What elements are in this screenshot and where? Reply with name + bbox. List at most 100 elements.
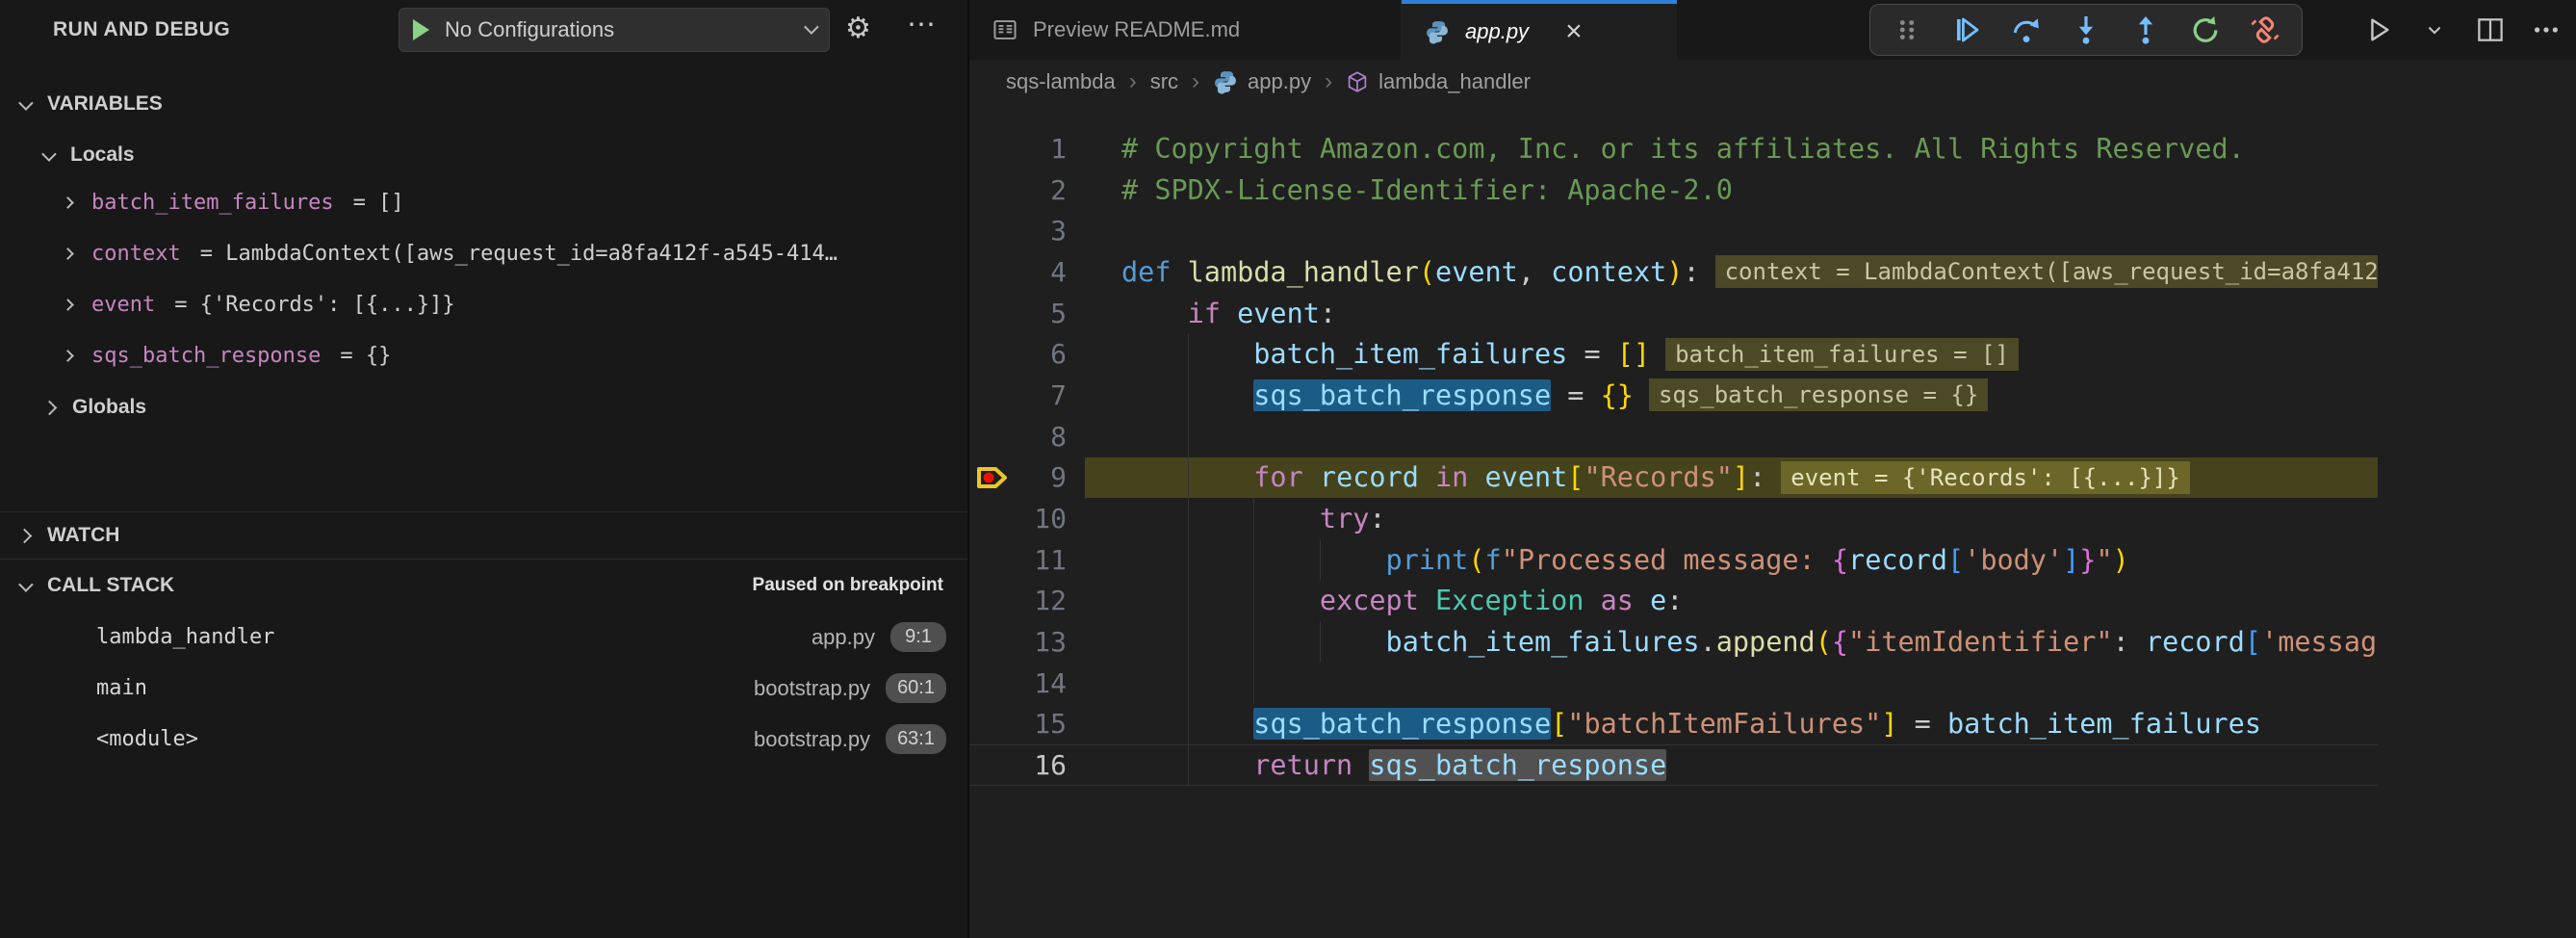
disconnect-button[interactable] — [2242, 9, 2288, 51]
variable-row[interactable]: context= LambdaContext([aws_request_id=a… — [0, 228, 967, 279]
breakpoint-current-line-indicator[interactable] — [975, 462, 1010, 493]
variable-row[interactable]: batch_item_failures= [] — [0, 177, 967, 228]
globals-scope[interactable]: Globals — [0, 384, 967, 430]
paused-status-text: Paused on breakpoint — [753, 575, 943, 596]
code-line[interactable]: 9for record in event["Records"]:event = … — [969, 457, 2378, 499]
code-line[interactable]: 2# SPDX-License-Identifier: Apache-2.0 — [969, 169, 2378, 211]
code-token: if — [1188, 298, 1237, 329]
more-actions-button[interactable] — [2530, 11, 2563, 49]
breadcrumb-item-src[interactable]: src — [1150, 69, 1178, 94]
code-token: ) — [2113, 544, 2129, 576]
tab-preview-readme-md[interactable]: Preview README.md — [969, 0, 1402, 60]
start-debug-icon[interactable] — [413, 19, 429, 40]
line-number[interactable]: 11 — [969, 544, 1067, 576]
code-line[interactable]: 11print(f"Processed message: {record['bo… — [969, 539, 2378, 581]
restart-button[interactable] — [2182, 9, 2228, 51]
more-actions-icon[interactable]: ⋯ — [907, 8, 938, 41]
chevron-down-icon — [18, 577, 34, 592]
variable-name: sqs_batch_response — [91, 344, 321, 368]
line-number[interactable]: 14 — [969, 667, 1067, 699]
variable-row[interactable]: sqs_batch_response = {} — [0, 330, 967, 381]
watch-section-header[interactable]: WATCH — [0, 511, 967, 560]
line-number[interactable]: 5 — [969, 298, 1067, 329]
code-token: ] — [1881, 708, 1897, 740]
globals-label: Globals — [72, 396, 146, 419]
call-stack-frame[interactable]: lambda_handlerapp.py9:1 — [0, 612, 967, 663]
step-out-button[interactable] — [2123, 9, 2169, 51]
code-token: event — [1237, 298, 1320, 329]
code-token: [] — [1617, 338, 1650, 370]
code-line-content: return sqs_batch_response — [1067, 749, 1666, 781]
line-number[interactable]: 2 — [969, 174, 1067, 206]
code-line[interactable]: 7sqs_batch_response = {}sqs_batch_respon… — [969, 375, 2378, 416]
chevron-right-icon — [62, 350, 74, 362]
tab-label: app.py — [1465, 19, 1529, 44]
line-number[interactable]: 10 — [969, 503, 1067, 534]
inline-debug-value: batch_item_failures = [] — [1665, 338, 2019, 371]
code-line[interactable]: 13batch_item_failures.append({"itemIdent… — [969, 621, 2378, 663]
code-line-content: # Copyright Amazon.com, Inc. or its affi… — [1067, 133, 2245, 165]
line-number[interactable]: 4 — [969, 256, 1067, 288]
code-token: = — [1897, 708, 1946, 740]
run-options-button[interactable] — [2418, 11, 2451, 49]
code-line[interactable]: 6 batch_item_failures = [] batch_item_fail… — [969, 333, 2378, 375]
run-python-file-button[interactable] — [2362, 11, 2395, 49]
code-line[interactable]: 14 — [969, 663, 2378, 704]
watch-header-label: WATCH — [47, 524, 119, 547]
code-line-content: if event: — [1067, 298, 1336, 329]
line-number[interactable]: 12 — [969, 585, 1067, 616]
breadcrumb-item-app-py[interactable]: app.py — [1213, 69, 1311, 94]
line-number[interactable]: 7 — [969, 379, 1067, 411]
code-token: sqs_batch_response — [1253, 708, 1551, 740]
code-line[interactable]: 5if event: — [969, 293, 2378, 334]
code-line[interactable]: 4def lambda_handler(event, context):cont… — [969, 251, 2378, 293]
line-number[interactable]: 16 — [969, 749, 1067, 781]
gear-icon[interactable]: ⚙ — [845, 13, 871, 45]
step-into-button[interactable] — [2063, 9, 2109, 51]
code-line[interactable]: 12except Exception as e: — [969, 581, 2378, 622]
code-line-content: try: — [1067, 503, 1386, 534]
code-editor[interactable]: 1# Copyright Amazon.com, Inc. or its aff… — [969, 128, 2378, 786]
code-token: batch_item_failures — [1253, 338, 1567, 370]
code-line[interactable]: 10try: — [969, 498, 2378, 539]
code-token: [ — [2245, 626, 2261, 658]
code-token: def — [1121, 256, 1188, 288]
line-number[interactable]: 8 — [969, 421, 1067, 453]
indent-guide — [1253, 621, 1254, 663]
code-line[interactable]: 8 — [969, 416, 2378, 457]
code-line[interactable]: 1# Copyright Amazon.com, Inc. or its aff… — [969, 128, 2378, 169]
continue-button[interactable] — [1944, 9, 1990, 51]
call-stack-frame[interactable]: <module>bootstrap.py63:1 — [0, 714, 967, 765]
tab-app-py[interactable]: app.py × — [1402, 0, 1677, 60]
variable-value: = {} — [340, 344, 391, 368]
code-line[interactable]: 16return sqs_batch_response — [969, 744, 2378, 786]
locals-scope[interactable]: Locals — [0, 135, 967, 175]
step-over-button[interactable] — [2003, 9, 2049, 51]
close-icon[interactable]: × — [1565, 17, 1583, 46]
line-number[interactable]: 1 — [969, 133, 1067, 165]
code-line[interactable]: 15sqs_batch_response["batchItemFailures"… — [969, 704, 2378, 745]
line-number[interactable]: 13 — [969, 626, 1067, 658]
breadcrumb-label: sqs-lambda — [1006, 69, 1116, 94]
code-token: : — [2113, 626, 2146, 658]
call-stack-frame[interactable]: mainbootstrap.py60:1 — [0, 663, 967, 714]
variables-section-header[interactable]: VARIABLES — [0, 85, 967, 123]
debug-configuration-dropdown[interactable]: No Configurations — [399, 8, 830, 52]
line-number[interactable]: 3 — [969, 215, 1067, 247]
call-stack-section-header[interactable]: CALL STACK Paused on breakpoint — [0, 560, 967, 612]
breadcrumb-item-lambda-handler[interactable]: lambda_handler — [1346, 69, 1531, 94]
breadcrumb-item-sqs-lambda[interactable]: sqs-lambda — [1006, 69, 1116, 94]
code-token: ] — [2063, 544, 2079, 576]
indent-guide — [1320, 539, 1321, 581]
code-token: event — [1435, 256, 1518, 288]
debug-configuration-label: No Configurations — [445, 17, 614, 42]
frame-file: bootstrap.py — [754, 676, 870, 701]
variable-row[interactable]: event= {'Records': [{...}]} — [0, 279, 967, 330]
drag-handle-button[interactable] — [1884, 9, 1930, 51]
chevron-right-icon — [62, 196, 74, 209]
line-number[interactable]: 6 — [969, 338, 1067, 370]
code-token: : — [1320, 298, 1336, 329]
line-number[interactable]: 15 — [969, 708, 1067, 740]
split-editor-button[interactable] — [2474, 11, 2507, 49]
code-line[interactable]: 3 — [969, 210, 2378, 251]
